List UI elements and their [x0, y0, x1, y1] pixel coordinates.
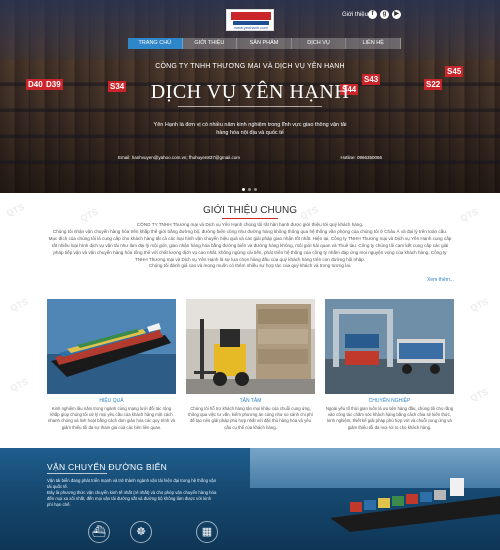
ship-icon[interactable]: ⛴: [88, 521, 110, 543]
banner-text: Vận tải biển đang phát triển mạnh và trở…: [47, 478, 217, 508]
feature-image-ship[interactable]: [47, 299, 176, 394]
slider-dot[interactable]: [242, 188, 245, 191]
hero-title: DỊCH VỤ YÊN HẠNH: [150, 81, 350, 103]
feature-image-forklift[interactable]: [186, 299, 315, 394]
slider-dots: [242, 188, 257, 191]
google-plus-icon[interactable]: g: [380, 10, 389, 19]
feature-text: Kinh nghiệm lâu năm trong ngành cùng mạn…: [47, 406, 176, 430]
banner-paragraph: Vận tải biển đang phát triển mạnh và trở…: [47, 478, 217, 489]
hero-banner: D40 D39 S34 S44 S43 S22 S45 www.yenhanh.…: [0, 0, 500, 193]
feature-title: CHUYÊN NGHIỆP: [368, 398, 411, 404]
intro-text: CÔNG TY TNHH Thương mại và Dịch vụ Yên H…: [48, 222, 452, 270]
intro-title: GIỚI THIỆU CHUNG: [203, 205, 297, 216]
logo-roof: [231, 12, 271, 20]
banner-paragraph: Đây là phương thức vận chuyển kinh tế nh…: [47, 490, 217, 507]
feature-text: Ngoài yếu tố thời gian luôn là ưu tiên h…: [325, 406, 454, 430]
feature-text: Chúng tôi hỗ trợ khách hàng tận mọi khâu…: [188, 406, 313, 430]
hero-shelves: [0, 60, 500, 180]
contact-hotline[interactable]: Hotline: 0966350066: [340, 155, 382, 160]
company-name: CÔNG TY TNHH THƯƠNG MẠI VÀ DỊCH VỤ YÊN H…: [155, 63, 345, 70]
intro-paragraph: Chúng tôi nhận vận chuyển hàng hóa trên …: [48, 228, 452, 262]
sea-freight-banner: VẬN CHUYỂN ĐƯỜNG BIỂN Vận tải biển đang …: [0, 448, 500, 550]
feature-image-port[interactable]: [325, 299, 454, 394]
intro-paragraph: Chúng tôi đánh giá cao và mong muốn có t…: [148, 263, 352, 269]
banner-divider: [47, 473, 107, 474]
header-link[interactable]: Giới thiệu: [342, 12, 368, 18]
watermark: QTS: [8, 296, 30, 314]
facebook-icon[interactable]: f: [368, 10, 377, 19]
slider-dot[interactable]: [254, 188, 257, 191]
nav-item-contact[interactable]: LIÊN HỆ: [346, 38, 401, 49]
contact-email[interactable]: Email: hanhvuyen@yahoo.com.vn; fhuhuyen8…: [118, 155, 240, 160]
banner-title: VẬN CHUYỂN ĐƯỜNG BIỂN: [47, 462, 168, 472]
nav-item-products[interactable]: SẢN PHẨM: [237, 38, 292, 49]
intro-title-underline: [222, 218, 278, 219]
feature-title: HIỆU QUẢ: [99, 398, 124, 404]
site-logo[interactable]: www.yenhanh.com: [226, 9, 274, 31]
youtube-icon[interactable]: ▶: [392, 10, 401, 19]
watermark: QTS: [8, 376, 30, 394]
hero-description: Yên Hạnh là đơn vị có nhiều năm kinh ngh…: [153, 122, 347, 136]
slider-dot[interactable]: [248, 188, 251, 191]
main-nav: TRANG CHỦ GIỚI THIỆU SẢN PHẨM DỊCH VỤ LI…: [128, 38, 401, 49]
intro-paragraph: CÔNG TY TNHH Thương mại và Dịch vụ Yên H…: [136, 222, 364, 227]
nav-item-about[interactable]: GIỚI THIỆU: [183, 38, 238, 49]
hero-divider: [178, 106, 322, 107]
helm-icon[interactable]: ☸: [130, 521, 152, 543]
feature-title: TẬN TÂM: [239, 398, 262, 404]
logo-subtitle: www.yenhanh.com: [234, 25, 268, 30]
nav-item-home[interactable]: TRANG CHỦ: [128, 38, 183, 49]
read-more-link[interactable]: Xem thêm...: [427, 277, 454, 283]
container-icon[interactable]: ▦: [196, 521, 218, 543]
nav-item-services[interactable]: DỊCH VỤ: [292, 38, 347, 49]
hero-contacts: Email: hanhvuyen@yahoo.com.vn; fhuhuyen8…: [118, 155, 382, 160]
watermark: QTS: [468, 386, 490, 404]
watermark: QTS: [468, 296, 490, 314]
banner-ship-image: [330, 478, 500, 532]
